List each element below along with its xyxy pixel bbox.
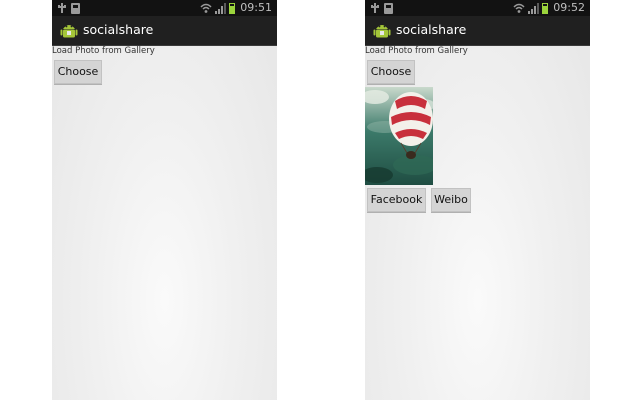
battery-icon <box>542 2 549 14</box>
facebook-share-button[interactable]: Facebook <box>367 188 426 212</box>
android-app-icon <box>373 25 391 38</box>
sd-card-icon <box>384 2 393 14</box>
load-photo-label: Load Photo from Gallery <box>52 46 155 56</box>
app-title: socialshare <box>396 22 467 37</box>
weibo-share-button[interactable]: Weibo <box>431 188 471 212</box>
clock-time: 09:51 <box>240 1 272 14</box>
battery-icon <box>229 2 236 14</box>
load-photo-label: Load Photo from Gallery <box>365 46 468 56</box>
clock-time: 09:52 <box>553 1 585 14</box>
selected-photo-thumbnail <box>365 87 433 185</box>
android-app-icon <box>60 25 78 38</box>
status-bar: 09:52 <box>365 0 590 16</box>
sd-card-icon <box>71 2 80 14</box>
signal-icon <box>528 2 540 14</box>
usb-icon <box>371 2 379 14</box>
app-title: socialshare <box>83 22 154 37</box>
wifi-icon <box>200 3 212 13</box>
action-bar: socialshare <box>365 16 590 46</box>
status-bar: 09:51 <box>52 0 277 16</box>
phone-screen-before: 09:51 socialshare Load Photo from Galler… <box>52 0 277 400</box>
phone-screen-after: 09:52 socialshare Load Photo from Galler… <box>365 0 590 400</box>
choose-button[interactable]: Choose <box>367 60 415 84</box>
usb-icon <box>58 2 66 14</box>
action-bar: socialshare <box>52 16 277 46</box>
choose-button[interactable]: Choose <box>54 60 102 84</box>
signal-icon <box>215 2 227 14</box>
wifi-icon <box>513 3 525 13</box>
